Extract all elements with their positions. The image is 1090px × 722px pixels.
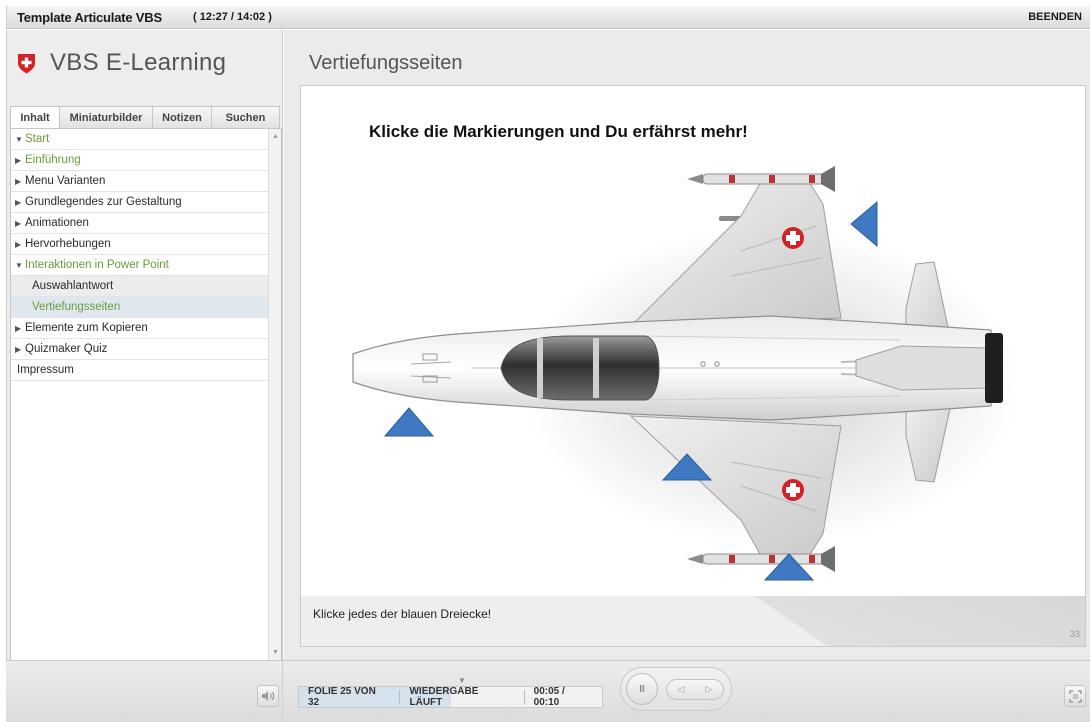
status-divider [523,690,525,704]
toc-item-auswahlantwort[interactable]: Auswahlantwort [11,276,269,297]
toc-item-label: Hervorhebungen [25,238,111,250]
toc-item-label: Auswahlantwort [32,280,114,292]
playback-status-bar[interactable]: FOLIE 25 VON 32 WIEDERGABE LÄUFT 00:05 /… [298,686,603,708]
slide-number: 33 [1069,629,1080,639]
toc-item-einfuehrung[interactable]: ▶ Einführung [11,150,269,171]
next-slide-button[interactable]: ▷ [706,684,713,695]
main-content: Vertiefungsseiten Klicke die Markierunge… [284,30,1090,660]
toc-item-label: Start [25,133,50,145]
pause-icon: II [639,683,645,695]
expanded-arrow-icon: ▼ [15,134,23,144]
seek-handle-icon[interactable]: ▼ [458,676,466,685]
table-of-contents: ▼ Start ▶ Einführung ▶ Menu Varianten ▶ … [10,128,282,661]
speaker-icon [262,691,275,701]
toc-item-vertiefungsseiten[interactable]: Vertiefungsseiten [11,297,269,318]
title-bar: Template Articulate VBS ( 12:27 / 14:02 … [6,6,1090,29]
toc-item-label: Menu Varianten [25,175,106,187]
collapsed-arrow-icon: ▶ [15,176,22,186]
collapsed-arrow-icon: ▶ [15,218,22,228]
collapsed-arrow-icon: ▶ [15,239,22,249]
toc-item-start[interactable]: ▼ Start [11,129,269,150]
sidebar: VBS E-Learning Inhalt Miniaturbilder Not… [6,30,283,661]
toc-item-label: Interaktionen in Power Point [25,259,169,271]
toc-item-label: Grundlegendes zur Gestaltung [25,196,182,208]
tab-notizen[interactable]: Notizen [152,106,212,128]
slide-navigation: ◁ ▷ [666,679,724,700]
toc-item-label: Elemente zum Kopieren [25,322,148,334]
collapsed-arrow-icon: ▶ [15,155,22,165]
swiss-roundel-icon [782,227,804,249]
marker-triangle-nose[interactable] [383,407,435,437]
toc-item-label: Impressum [17,364,74,376]
fullscreen-icon [1068,689,1082,703]
sidebar-tabs: Inhalt Miniaturbilder Notizen Suchen [10,106,282,129]
toc-item-label: Vertiefungsseiten [32,301,121,313]
pause-button[interactable]: II [626,673,658,705]
player-left-panel [6,661,283,722]
logo-text: VBS E-Learning [50,49,227,76]
playback-controls: II ◁ ▷ [620,667,732,711]
toc-item-interaktionen[interactable]: ▼ Interaktionen in Power Point [11,255,269,276]
previous-slide-button[interactable]: ◁ [678,684,685,695]
toc-item-impressum[interactable]: Impressum [11,360,269,381]
toc-item-animationen[interactable]: ▶ Animationen [11,213,269,234]
toc-item-quizmaker-quiz[interactable]: ▶ Quizmaker Quiz [11,339,269,360]
expanded-arrow-icon: ▼ [15,260,23,270]
tab-suchen[interactable]: Suchen [211,106,280,128]
playback-time: 00:05 / 00:10 [533,686,565,708]
collapsed-arrow-icon: ▶ [15,323,22,333]
collapsed-arrow-icon: ▶ [15,344,22,354]
exit-button[interactable]: BEENDEN [1028,11,1082,23]
app-title: Template Articulate VBS [17,10,162,25]
playback-state: WIEDERGABE LÄUFT [409,686,479,708]
scroll-down-icon[interactable]: ▼ [271,648,280,657]
toc-item-hervorhebungen[interactable]: ▶ Hervorhebungen [11,234,269,255]
fullscreen-button[interactable] [1064,685,1086,707]
swiss-shield-icon [18,53,35,73]
page-title: Vertiefungsseiten [309,52,463,74]
status-divider [399,690,401,704]
course-time: ( 12:27 / 14:02 ) [193,11,272,23]
toc-scrollbar[interactable]: ▲ ▼ [268,129,281,660]
logo: VBS E-Learning [17,48,226,78]
tab-miniaturbilder[interactable]: Miniaturbilder [59,106,153,128]
toc-item-label: Quizmaker Quiz [25,343,108,355]
toc-item-elemente-zum-kopieren[interactable]: ▶ Elemente zum Kopieren [11,318,269,339]
swiss-roundel-icon [782,479,804,501]
collapsed-arrow-icon: ▶ [15,197,22,207]
slide-counter: FOLIE 25 VON 32 [308,686,376,708]
volume-button[interactable] [257,685,279,707]
scroll-up-icon[interactable]: ▲ [271,132,280,141]
toc-item-grundlegendes[interactable]: ▶ Grundlegendes zur Gestaltung [11,192,269,213]
toc-item-menu-varianten[interactable]: ▶ Menu Varianten [11,171,269,192]
slide: Klicke die Markierungen und Du erfährst … [300,85,1086,647]
toc-item-label: Einführung [25,154,81,166]
fighter-jet-image [352,166,1021,581]
slide-caption: Klicke jedes der blauen Dreiecke! [313,607,492,621]
toc-item-label: Animationen [25,217,89,229]
player-bar: FOLIE 25 VON 32 WIEDERGABE LÄUFT 00:05 /… [6,660,1090,722]
tab-inhalt[interactable]: Inhalt [10,106,60,129]
